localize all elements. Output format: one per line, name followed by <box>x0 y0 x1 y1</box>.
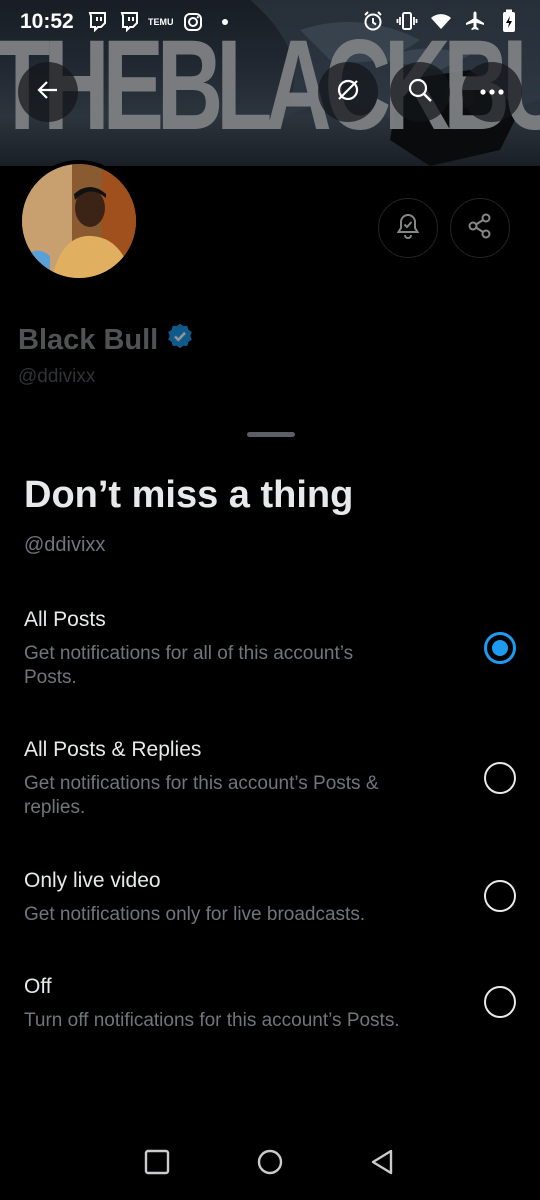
dot-icon <box>214 11 236 33</box>
vibrate-icon <box>396 10 418 32</box>
recents-square-icon <box>143 1148 171 1181</box>
twitch-icon <box>118 11 140 33</box>
more-button[interactable] <box>462 62 522 122</box>
option-off[interactable]: Off Turn off notifications for this acco… <box>0 975 540 1045</box>
option-all-posts-replies[interactable]: All Posts & Replies Get notifications fo… <box>0 738 540 838</box>
avatar-photo <box>22 164 136 278</box>
radio-unselected[interactable] <box>484 880 516 912</box>
home-button[interactable] <box>250 1144 290 1184</box>
notifications-button[interactable] <box>378 198 438 258</box>
sheet-title: Don’t miss a thing <box>24 474 354 516</box>
temu-label: TEMU <box>147 16 174 27</box>
share-icon <box>466 212 494 245</box>
alarm-icon <box>362 10 384 32</box>
status-bar: 10:52 TEMU <box>0 0 540 44</box>
airplane-icon <box>464 10 486 32</box>
option-description: Turn off notifications for this account’… <box>24 1009 474 1033</box>
search-icon <box>406 76 434 109</box>
bell-check-icon <box>394 212 422 245</box>
option-description-line: Get notifications for all of this accoun… <box>24 643 354 664</box>
option-description: Get notifications only for live broadcas… <box>24 903 454 927</box>
option-title: All Posts <box>24 608 106 631</box>
more-icon <box>479 83 505 101</box>
option-title: All Posts & Replies <box>24 738 202 761</box>
back-triangle-icon <box>369 1148 397 1181</box>
status-time: 10:52 <box>20 10 74 33</box>
notification-settings-sheet: Don’t miss a thing @ddivixx All Posts Ge… <box>0 418 540 1200</box>
verified-badge-icon <box>166 322 194 358</box>
option-title: Only live video <box>24 869 161 892</box>
profile-handle: @ddivixx <box>18 366 96 387</box>
option-description-line: Get notifications only for live broadcas… <box>24 904 366 925</box>
back-button[interactable] <box>18 62 78 122</box>
option-description-line: Get notifications for this account’s Pos… <box>24 773 379 794</box>
search-button[interactable] <box>390 62 450 122</box>
option-description: Get notifications for all of this accoun… <box>24 642 454 690</box>
option-all-posts[interactable]: All Posts Get notifications for all of t… <box>0 608 540 708</box>
temu-icon: TEMU <box>147 11 174 33</box>
profile-name-text: Black Bull <box>18 323 159 356</box>
back-arrow-icon <box>35 77 61 108</box>
profile-name: Black Bull <box>18 322 194 358</box>
radio-unselected[interactable] <box>484 762 516 794</box>
system-back-button[interactable] <box>363 1144 403 1184</box>
option-description: Get notifications for this account’s Pos… <box>24 772 454 820</box>
avatar[interactable] <box>18 160 140 282</box>
share-button[interactable] <box>450 198 510 258</box>
grok-icon <box>334 76 362 109</box>
twitch-icon <box>86 11 108 33</box>
option-description-line: replies. <box>24 797 86 818</box>
recents-button[interactable] <box>137 1144 177 1184</box>
wifi-icon <box>430 10 452 32</box>
radio-unselected[interactable] <box>484 986 516 1018</box>
radio-selected[interactable] <box>484 632 516 664</box>
instagram-icon <box>182 11 204 33</box>
home-circle-icon <box>256 1148 284 1181</box>
option-only-live-video[interactable]: Only live video Get notifications only f… <box>0 869 540 939</box>
system-nav-bar <box>0 1128 540 1200</box>
sheet-subtitle: @ddivixx <box>24 534 106 556</box>
battery-icon <box>498 9 520 32</box>
option-title: Off <box>24 975 52 998</box>
grok-button[interactable] <box>318 62 378 122</box>
sheet-grabber[interactable] <box>247 432 295 437</box>
option-description-line: Turn off notifications for this account’… <box>24 1010 400 1031</box>
option-description-line: Posts. <box>24 667 77 688</box>
